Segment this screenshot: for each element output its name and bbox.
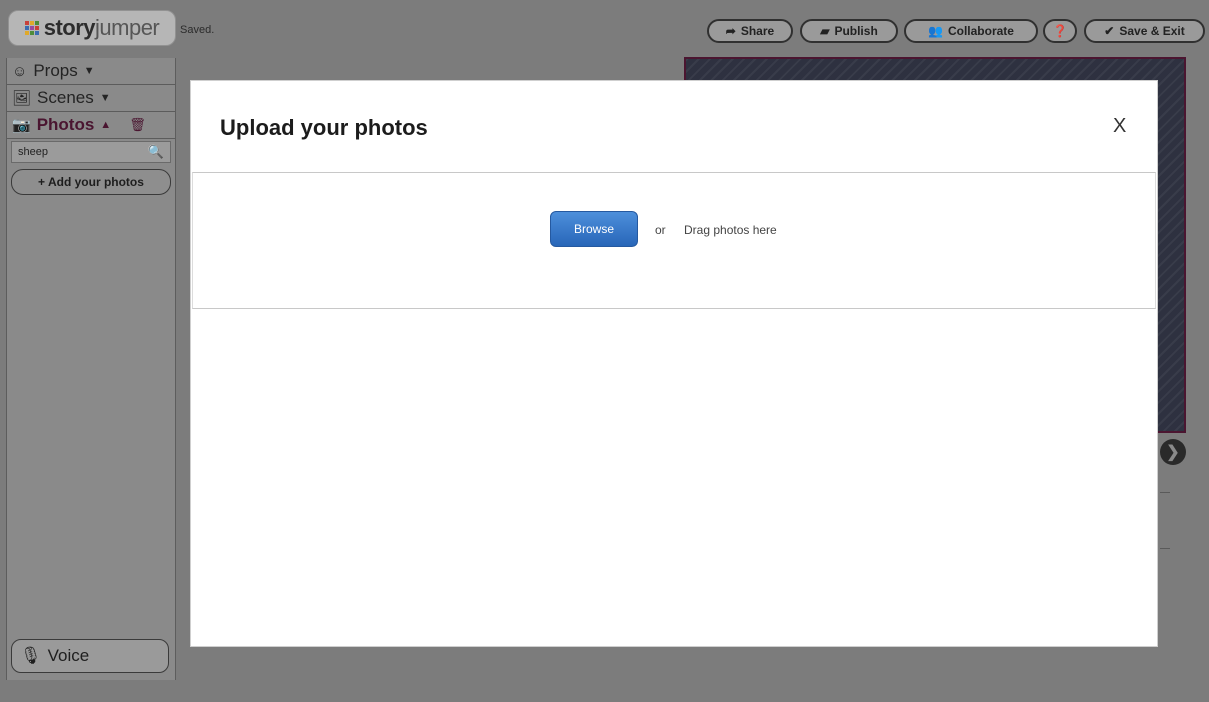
chevron-up-icon: ▲	[100, 119, 112, 131]
save-exit-icon: ✔	[1104, 24, 1115, 38]
drag-photos-label: Drag photos here	[684, 223, 777, 237]
add-photos-button[interactable]: + Add your photos	[11, 169, 171, 195]
sidebar: ☺ Props ▼ 🖼 Scenes ▼ 📷 Photos ▲ 🗑 sheep …	[6, 58, 176, 680]
photo-drop-zone[interactable]: Browse or Drag photos here	[192, 172, 1156, 309]
trash-icon[interactable]: 🗑	[129, 117, 146, 133]
top-bar: story jumper Saved. ➦ Share ▰ Publish 👥 C…	[0, 0, 1209, 58]
voice-button[interactable]: 🎙 Voice	[11, 639, 169, 673]
or-label: or	[655, 223, 666, 237]
save-exit-label: Save & Exit	[1119, 24, 1185, 38]
props-label: Props	[33, 61, 78, 80]
photo-search-input[interactable]: sheep 🔍	[11, 141, 171, 163]
close-button[interactable]: X	[1113, 115, 1126, 138]
browse-button[interactable]: Browse	[550, 211, 638, 247]
sidebar-item-props[interactable]: ☺ Props ▼	[7, 58, 175, 85]
next-arrow-icon[interactable]: ❯	[1160, 439, 1186, 465]
save-exit-button[interactable]: ✔ Save & Exit	[1084, 19, 1205, 43]
help-icon: ❓	[1052, 24, 1068, 38]
share-label: Share	[740, 24, 775, 38]
sidebar-item-photos[interactable]: 📷 Photos ▲ 🗑	[7, 112, 175, 139]
logo-mark-icon	[24, 21, 39, 35]
chevron-down-icon: ▼	[99, 92, 111, 104]
divider	[1160, 548, 1170, 549]
scenes-label: Scenes	[37, 88, 94, 107]
storyjumper-logo[interactable]: story jumper	[8, 10, 176, 46]
share-button[interactable]: ➦ Share	[707, 19, 793, 43]
collaborate-icon: 👥	[928, 24, 943, 38]
scene-icon: 🖼	[12, 90, 32, 107]
publish-button[interactable]: ▰ Publish	[800, 19, 898, 43]
search-value: sheep	[18, 146, 48, 158]
help-button[interactable]: ❓	[1043, 19, 1077, 43]
share-icon: ➦	[725, 24, 736, 38]
logo-text-light: jumper	[95, 15, 160, 40]
dialog-title: Upload your photos	[220, 115, 428, 140]
collaborate-button[interactable]: 👥 Collaborate	[904, 19, 1038, 43]
chevron-down-icon: ▼	[83, 65, 95, 77]
sidebar-item-scenes[interactable]: 🖼 Scenes ▼	[7, 85, 175, 112]
search-icon[interactable]: 🔍	[148, 144, 164, 160]
voice-label: Voice	[47, 646, 90, 665]
microphone-icon: 🎙	[20, 646, 42, 665]
photos-label: Photos	[36, 115, 95, 134]
logo-text-bold: story	[43, 15, 96, 40]
publish-icon: ▰	[820, 24, 830, 38]
upload-photos-dialog: Upload your photos X Browse or Drag phot…	[190, 80, 1158, 647]
save-status: Saved.	[180, 24, 215, 36]
publish-label: Publish	[834, 24, 878, 38]
collaborate-label: Collaborate	[947, 24, 1014, 38]
divider	[1160, 492, 1170, 493]
camera-icon: 📷	[12, 117, 31, 134]
smiley-icon: ☺	[12, 62, 28, 80]
